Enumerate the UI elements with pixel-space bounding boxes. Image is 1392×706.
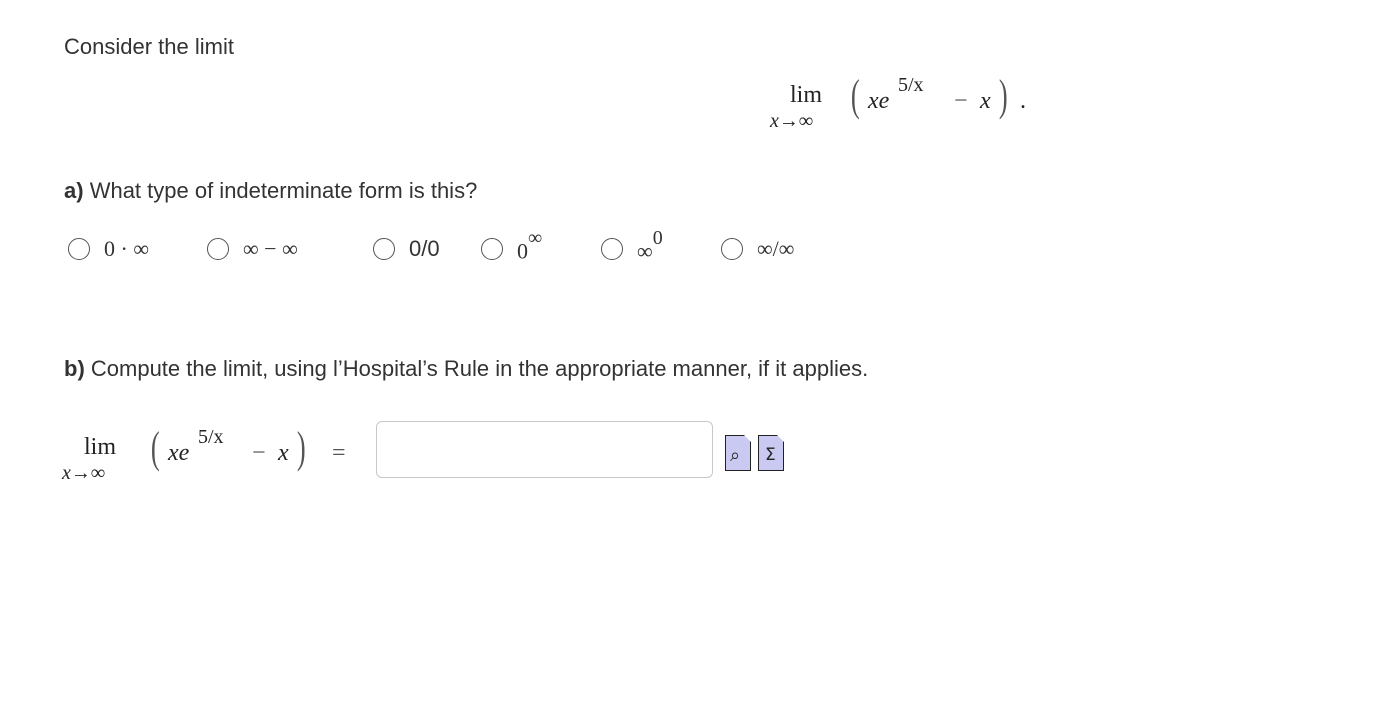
expr-x: x <box>278 440 289 466</box>
expr-exponent: 5/x <box>898 74 924 96</box>
radio-button[interactable] <box>68 238 90 260</box>
lim-subscript: x→∞ <box>770 110 814 132</box>
radio-button[interactable] <box>601 238 623 260</box>
answer-input[interactable] <box>376 421 713 478</box>
option-label: 0 <box>517 238 528 264</box>
option-label: ∞ <box>637 238 653 264</box>
lim-operator: lim <box>790 82 823 108</box>
part-b-label: b) <box>64 356 85 381</box>
equation-editor-icon[interactable]: Σ <box>758 434 785 471</box>
option-zero-to-infinity[interactable]: 0∞ <box>481 227 542 264</box>
equals-sign: = <box>332 440 346 466</box>
left-paren: ( <box>850 71 860 120</box>
radio-button[interactable] <box>373 238 395 260</box>
option-exponent: ∞ <box>528 227 543 250</box>
radio-button[interactable] <box>481 238 503 260</box>
option-zero-times-infinity[interactable]: 0 · ∞ <box>68 234 149 264</box>
expr-exponent: 5/x <box>198 426 224 448</box>
answer-limit-expression: lim x→∞ ( xe 5/x − x ) = <box>62 420 362 490</box>
expr-xe: xe <box>868 88 890 114</box>
expr-period: . <box>1020 88 1026 114</box>
lim-subscript: x→∞ <box>62 462 106 484</box>
expr-x: x <box>980 88 991 114</box>
display-limit-expression: lim x→∞ ( xe 5/x − x ) . <box>770 71 1040 142</box>
radio-button[interactable] <box>721 238 743 260</box>
preview-answer-icon[interactable]: ⌕ <box>725 434 752 471</box>
left-paren: ( <box>150 423 160 472</box>
option-exponent: 0 <box>652 227 663 250</box>
option-label: 0/0 <box>409 236 440 261</box>
option-label: 0 · ∞ <box>104 236 150 261</box>
right-paren: ) <box>296 423 306 472</box>
part-a-question: What type of indeterminate form is this? <box>89 178 478 203</box>
expr-minus: − <box>954 88 968 114</box>
expr-xe: xe <box>168 440 190 466</box>
expr-minus: − <box>252 440 266 466</box>
option-infinity-to-zero[interactable]: ∞0 <box>601 227 663 264</box>
option-label: ∞/∞ <box>757 236 795 261</box>
option-zero-over-zero[interactable]: 0/0 <box>373 234 440 264</box>
part-a-label: a) <box>64 178 84 203</box>
option-infinity-minus-infinity[interactable]: ∞ − ∞ <box>207 234 298 264</box>
option-infinity-over-infinity[interactable]: ∞/∞ <box>721 234 794 264</box>
right-paren: ) <box>998 71 1008 120</box>
part-b-prompt: b) Compute the limit, using l’Hospital’s… <box>64 356 868 382</box>
radio-button[interactable] <box>207 238 229 260</box>
part-b-question: Compute the limit, using l’Hospital’s Ru… <box>90 356 869 381</box>
option-label: ∞ − ∞ <box>243 236 298 261</box>
part-a-prompt: a) What type of indeterminate form is th… <box>64 178 477 204</box>
intro-text: Consider the limit <box>64 34 234 59</box>
lim-operator: lim <box>84 434 117 460</box>
